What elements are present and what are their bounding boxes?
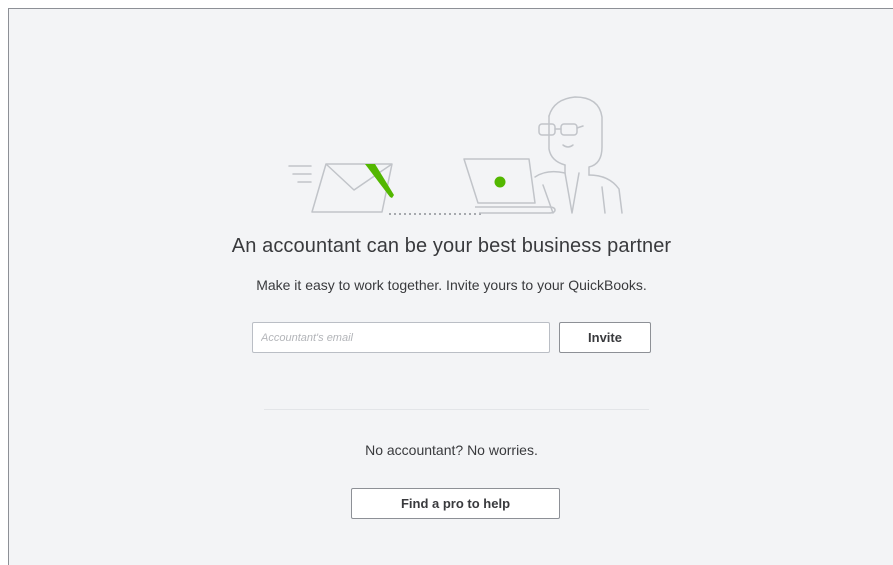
accountant-invite-panel: An accountant can be your best business …: [8, 8, 893, 565]
laptop-icon: [463, 158, 556, 214]
page-title: An accountant can be your best business …: [231, 235, 672, 257]
accountant-illustration: [288, 96, 623, 215]
section-divider: [264, 409, 649, 410]
speed-lines-icon: [288, 165, 312, 183]
envelope-icon: [311, 163, 393, 213]
page-subtitle: Make it easy to work together. Invite yo…: [256, 277, 647, 293]
accountant-email-input[interactable]: [252, 322, 550, 353]
find-pro-button[interactable]: Find a pro to help: [351, 488, 560, 519]
laptop-accent-icon: [494, 176, 506, 188]
invite-button[interactable]: Invite: [559, 322, 651, 353]
person-icon: [534, 96, 623, 214]
envelope-accent-icon: [365, 164, 394, 198]
no-accountant-text: No accountant? No worries.: [365, 442, 538, 458]
